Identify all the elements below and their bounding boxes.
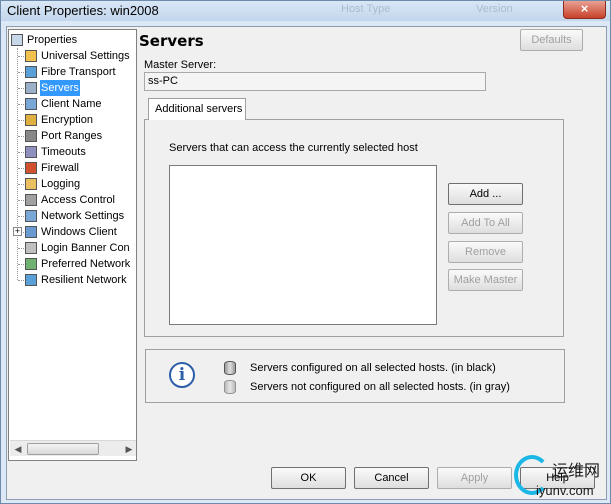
scroll-right-icon[interactable]: ▶ bbox=[122, 443, 136, 455]
client-name-icon bbox=[25, 98, 37, 110]
tree-item-label: Login Banner Con bbox=[41, 242, 130, 254]
encryption-icon bbox=[25, 114, 37, 126]
fibre-transport-icon bbox=[25, 66, 37, 78]
windows-client-icon bbox=[25, 226, 37, 238]
make-master-button[interactable]: Make Master bbox=[448, 269, 523, 291]
watermark-logo: 运维网 iyunv.com bbox=[514, 453, 602, 501]
tree-item-label: Timeouts bbox=[41, 146, 86, 158]
master-server-field[interactable]: ss-PC bbox=[144, 72, 486, 91]
computer-icon bbox=[11, 34, 23, 46]
tab-additional-servers[interactable]: Additional servers bbox=[148, 98, 246, 120]
server-black-icon bbox=[224, 361, 236, 375]
watermark-name: 运维网 bbox=[552, 461, 601, 480]
additional-servers-tab-page: Servers that can access the currently se… bbox=[144, 119, 564, 337]
apply-button[interactable]: Apply bbox=[437, 467, 512, 489]
legend-gray-text: Servers not configured on all selected h… bbox=[250, 381, 510, 393]
dialog-body: Properties Universal Settings Fibre Trans… bbox=[6, 26, 607, 500]
close-icon: × bbox=[580, 1, 589, 16]
legend-black-text: Servers configured on all selected hosts… bbox=[250, 362, 496, 374]
info-icon: i bbox=[169, 362, 195, 388]
legend-box: i Servers configured on all selected hos… bbox=[145, 349, 565, 403]
tree-item-label: Preferred Network bbox=[41, 258, 131, 270]
servers-panel: Servers Defaults Master Server: ss-PC Ad… bbox=[139, 29, 606, 461]
page-title: Servers bbox=[139, 32, 204, 50]
ok-button[interactable]: OK bbox=[271, 467, 346, 489]
login-banner-icon bbox=[25, 242, 37, 254]
window-title: Client Properties: win2008 bbox=[7, 3, 159, 18]
firewall-icon bbox=[25, 162, 37, 174]
title-bar[interactable]: Client Properties: win2008 Host Type Ver… bbox=[1, 1, 610, 21]
add-button[interactable]: Add ... bbox=[448, 183, 523, 205]
preferred-network-icon bbox=[25, 258, 37, 270]
tree-item-label: Network Settings bbox=[41, 210, 125, 222]
add-to-all-button[interactable]: Add To All bbox=[448, 212, 523, 234]
tree-item-label: Access Control bbox=[41, 194, 115, 206]
watermark-url: iyunv.com bbox=[536, 483, 594, 498]
defaults-button[interactable]: Defaults bbox=[520, 29, 583, 51]
port-ranges-icon bbox=[25, 130, 37, 142]
timeouts-icon bbox=[25, 146, 37, 158]
tree-item-label: Logging bbox=[41, 178, 81, 190]
logging-icon bbox=[25, 178, 37, 190]
remove-button[interactable]: Remove bbox=[448, 241, 523, 263]
tree-item-label: Fibre Transport bbox=[41, 66, 116, 78]
tree-item-label: Windows Client bbox=[41, 226, 117, 238]
master-server-label: Master Server: bbox=[144, 59, 217, 71]
properties-tree[interactable]: Properties Universal Settings Fibre Trans… bbox=[8, 29, 137, 461]
background-header-version: Version bbox=[476, 3, 513, 15]
server-gray-icon bbox=[224, 380, 236, 394]
tree-item-label: Universal Settings bbox=[41, 50, 130, 62]
servers-list[interactable] bbox=[169, 165, 437, 325]
tree-item-label: Encryption bbox=[41, 114, 93, 126]
resilient-network-icon bbox=[25, 274, 37, 286]
tree-item-label: Client Name bbox=[41, 98, 102, 110]
client-properties-window: Client Properties: win2008 Host Type Ver… bbox=[0, 0, 611, 504]
expand-icon[interactable]: + bbox=[13, 227, 22, 236]
tree-root-label: Properties bbox=[27, 34, 78, 46]
tree-item-label: Firewall bbox=[41, 162, 79, 174]
access-control-icon bbox=[25, 194, 37, 206]
network-settings-icon bbox=[25, 210, 37, 222]
close-button[interactable]: × bbox=[563, 1, 606, 19]
universal-settings-icon bbox=[25, 50, 37, 62]
tree-item-label: Port Ranges bbox=[41, 130, 103, 142]
servers-list-caption: Servers that can access the currently se… bbox=[169, 142, 418, 154]
tree-item-label: Servers bbox=[40, 80, 80, 96]
tree-horizontal-scrollbar[interactable]: ◀ ▶ bbox=[10, 440, 136, 456]
tree-item-label: Resilient Network bbox=[41, 274, 127, 286]
scroll-thumb[interactable] bbox=[27, 443, 99, 455]
servers-icon bbox=[25, 82, 37, 94]
background-header-host-type: Host Type bbox=[341, 3, 391, 15]
scroll-left-icon[interactable]: ◀ bbox=[11, 443, 25, 455]
cancel-button[interactable]: Cancel bbox=[354, 467, 429, 489]
